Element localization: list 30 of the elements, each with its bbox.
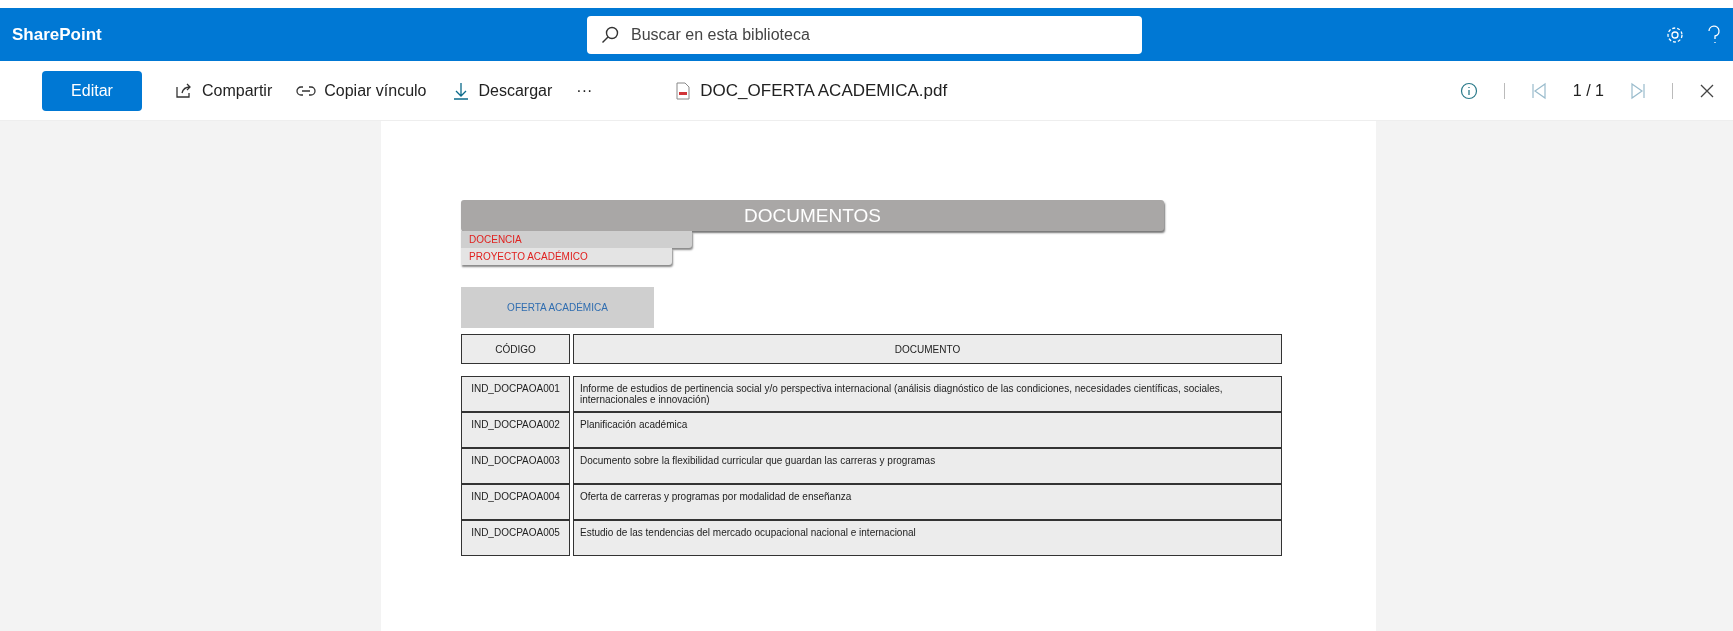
table-cell: IND_DOCPAOA001	[461, 376, 570, 412]
edit-button[interactable]: Editar	[42, 70, 142, 111]
table-cell: IND_DOCPAOA002	[461, 412, 570, 448]
file-name: DOC_OFERTA ACADEMICA.pdf	[700, 80, 948, 101]
share-button[interactable]: Compartir	[164, 70, 283, 111]
app-name: SharePoint	[12, 24, 103, 45]
table-cell: IND_DOCPAOA005	[461, 520, 570, 556]
pdf-file-icon	[676, 81, 691, 100]
close-icon[interactable]	[1699, 82, 1715, 99]
section-label: OFERTA ACADÉMICA	[461, 287, 654, 328]
table-cell: Informe de estudios de pertinencia social y/o perspectiva internacional (análisis diagnóstico de las condiciones, necesidades científicas, sociales, internacionales e innovación)	[573, 376, 1282, 412]
search-field[interactable]: Buscar en esta biblioteca	[587, 15, 1142, 54]
settings-icon[interactable]	[1665, 24, 1685, 45]
link-button[interactable]: Copiar vínculo	[286, 70, 437, 111]
search-placeholder: Buscar en esta biblioteca	[631, 25, 810, 44]
table-cell: Planificación académica	[573, 412, 1282, 448]
help-icon[interactable]	[1707, 24, 1721, 45]
table-cell: Estudio de las tendencias del mercado ocupacional nacional e internacional	[573, 520, 1282, 556]
table-cell: Documento sobre la flexibilidad curricular que guardan las carreras y programas	[573, 448, 1282, 484]
column-header: DOCUMENTO	[573, 334, 1282, 364]
more-button[interactable]: ···	[566, 70, 603, 111]
column-header: CÓDIGO	[461, 334, 570, 364]
info-icon[interactable]	[1459, 81, 1478, 100]
page-indicator: 1 / 1	[1572, 81, 1604, 100]
table-cell: IND_DOCPAOA004	[461, 484, 570, 520]
table-cell: IND_DOCPAOA003	[461, 448, 570, 484]
table-cell: Oferta de carreras y programas por modalidad de enseñanza	[573, 484, 1282, 520]
search-icon	[601, 25, 619, 44]
document-title: DOCUMENTOS	[461, 200, 1164, 231]
download-button[interactable]: Descargar	[440, 70, 563, 111]
